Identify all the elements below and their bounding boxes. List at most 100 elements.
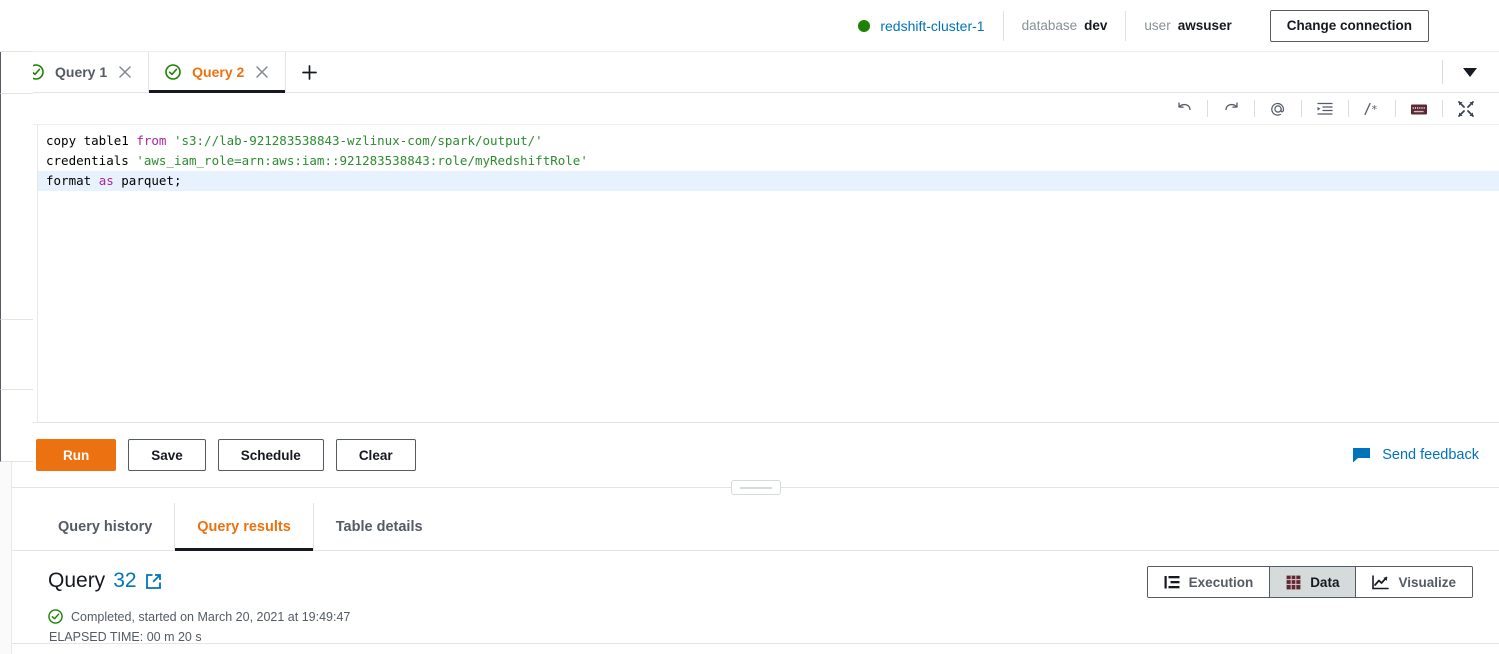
left-strip-segment [0, 320, 33, 390]
redo-button[interactable] [1216, 96, 1246, 122]
redo-icon [1224, 102, 1238, 111]
plus-icon [301, 64, 317, 80]
splitter-grip [739, 486, 772, 489]
query-status-text: Completed, started on March 20, 2021 at … [71, 609, 351, 624]
code-area[interactable]: copy table1 from 's3://lab-921283538843-… [38, 125, 1499, 422]
check-circle-icon [48, 609, 63, 624]
save-button[interactable]: Save [128, 439, 206, 471]
code-keyword: from [136, 133, 167, 148]
keyboard-shortcuts-button[interactable] [1404, 96, 1434, 122]
query-tab-bar: Query 1 Query 2 [0, 52, 1499, 93]
code-line-2[interactable]: credentials 'aws_iam_role=arn:aws:iam::9… [38, 151, 1499, 171]
divider [1395, 100, 1396, 117]
query-number[interactable]: 32 [113, 569, 136, 593]
splitter-handle[interactable] [730, 480, 781, 495]
run-button[interactable]: Run [36, 439, 117, 471]
close-icon[interactable] [118, 65, 132, 79]
database-label: database [1021, 18, 1078, 33]
svg-text:*: * [1371, 103, 1378, 116]
tab-table-details[interactable]: Table details [312, 503, 445, 550]
code-text: credentials [46, 153, 137, 168]
left-strip-segment [0, 0, 32, 52]
query-title-prefix: Query [48, 569, 106, 592]
cluster-name[interactable]: redshift-cluster-1 [880, 18, 984, 34]
divider [1254, 100, 1255, 117]
view-mode-execution[interactable]: Execution [1147, 567, 1270, 597]
database-indicator: database dev [1004, 0, 1126, 52]
editor-actions: Run Save Schedule Clear Send feedback [12, 423, 1499, 487]
send-feedback-label: Send feedback [1382, 447, 1479, 463]
fullscreen-button[interactable] [1451, 96, 1481, 122]
results-tab-bar: Query history Query results Table detail… [12, 503, 1499, 551]
code-line-1[interactable]: copy table1 from 's3://lab-921283538843-… [38, 131, 1499, 151]
code-text: format [46, 173, 99, 188]
user-value: awsuser [1177, 18, 1232, 33]
database-value: dev [1084, 18, 1108, 33]
user-label: user [1144, 18, 1171, 33]
external-link-icon[interactable] [145, 573, 162, 590]
pane-splitter[interactable] [12, 480, 1499, 503]
left-strip-segment [0, 94, 33, 320]
undo-icon [1177, 102, 1191, 111]
keyboard-shortcuts-icon [1411, 104, 1427, 114]
view-mode-visualize[interactable]: Visualize [1355, 567, 1472, 597]
cluster-indicator[interactable]: redshift-cluster-1 [840, 0, 1002, 52]
query-editor-app: redshift-cluster-1 database dev user aws… [0, 0, 1499, 654]
speech-bubble-icon [1353, 447, 1371, 462]
divider [1442, 60, 1443, 84]
indent-button[interactable] [1310, 96, 1340, 122]
query-status: Completed, started on March 20, 2021 at … [48, 609, 1479, 624]
divider [1301, 100, 1302, 117]
data-grid-icon [1286, 575, 1301, 589]
divider [1207, 100, 1208, 117]
caret-down-icon[interactable] [1463, 67, 1477, 77]
send-feedback-link[interactable]: Send feedback [1352, 447, 1479, 464]
left-collapsed-panel [0, 0, 33, 654]
divider [1442, 100, 1443, 117]
comment-icon: * [1364, 102, 1378, 116]
view-mode-label: Execution [1188, 574, 1254, 590]
line-chart-icon [1372, 574, 1390, 589]
view-mode-data[interactable]: Data [1269, 567, 1356, 597]
undo-button[interactable] [1169, 96, 1199, 122]
at-sign-button[interactable] [1263, 96, 1293, 122]
view-mode-label: Visualize [1398, 574, 1456, 590]
user-indicator: user awsuser [1126, 0, 1249, 52]
clear-button[interactable]: Clear [335, 439, 416, 471]
sql-editor[interactable]: 1 2 3 copy table1 from 's3://lab-9212835… [12, 125, 1499, 423]
add-query-tab-button[interactable] [286, 52, 332, 92]
query-results-panel: Query 32 Completed, started on March 20,… [12, 551, 1499, 654]
query-tab-label: Query 1 [55, 64, 108, 80]
tab-bar-overflow [1442, 52, 1499, 92]
divider [1348, 100, 1349, 117]
connection-bar: redshift-cluster-1 database dev user aws… [0, 0, 1499, 52]
at-sign-icon [1271, 102, 1285, 116]
code-line-3[interactable]: format as parquet; [38, 171, 1499, 191]
fullscreen-icon [1458, 100, 1474, 117]
indent-icon [1317, 102, 1333, 115]
left-strip-segment [0, 52, 33, 94]
tab-query-history[interactable]: Query history [36, 503, 174, 550]
query-tab-2[interactable]: Query 2 [149, 52, 287, 93]
code-keyword: as [98, 173, 114, 188]
view-mode-label: Data [1310, 574, 1340, 590]
query-tab-label: Query 2 [192, 64, 245, 80]
code-text: parquet; [113, 173, 182, 188]
editor-toolbar: * [12, 93, 1499, 125]
bottom-divider [12, 643, 1499, 644]
schedule-button[interactable]: Schedule [217, 439, 324, 471]
code-string: 's3://lab-921283538843-wzlinux-com/spark… [173, 133, 543, 148]
tab-query-results[interactable]: Query results [174, 503, 313, 551]
check-circle-icon [165, 64, 181, 80]
code-text: copy table1 [46, 133, 137, 148]
left-strip-segment [0, 390, 33, 462]
execution-tree-icon [1164, 575, 1180, 588]
code-string: 'aws_iam_role=arn:aws:iam::921283538843:… [136, 153, 588, 168]
change-connection-button[interactable]: Change connection [1269, 9, 1429, 42]
result-view-mode-switch: Execution Data Visualize [1146, 566, 1473, 598]
comment-button[interactable]: * [1357, 96, 1387, 122]
status-dot-green-icon [858, 19, 871, 32]
elapsed-time: ELAPSED TIME: 00 m 20 s [49, 630, 202, 644]
close-icon[interactable] [255, 65, 269, 79]
